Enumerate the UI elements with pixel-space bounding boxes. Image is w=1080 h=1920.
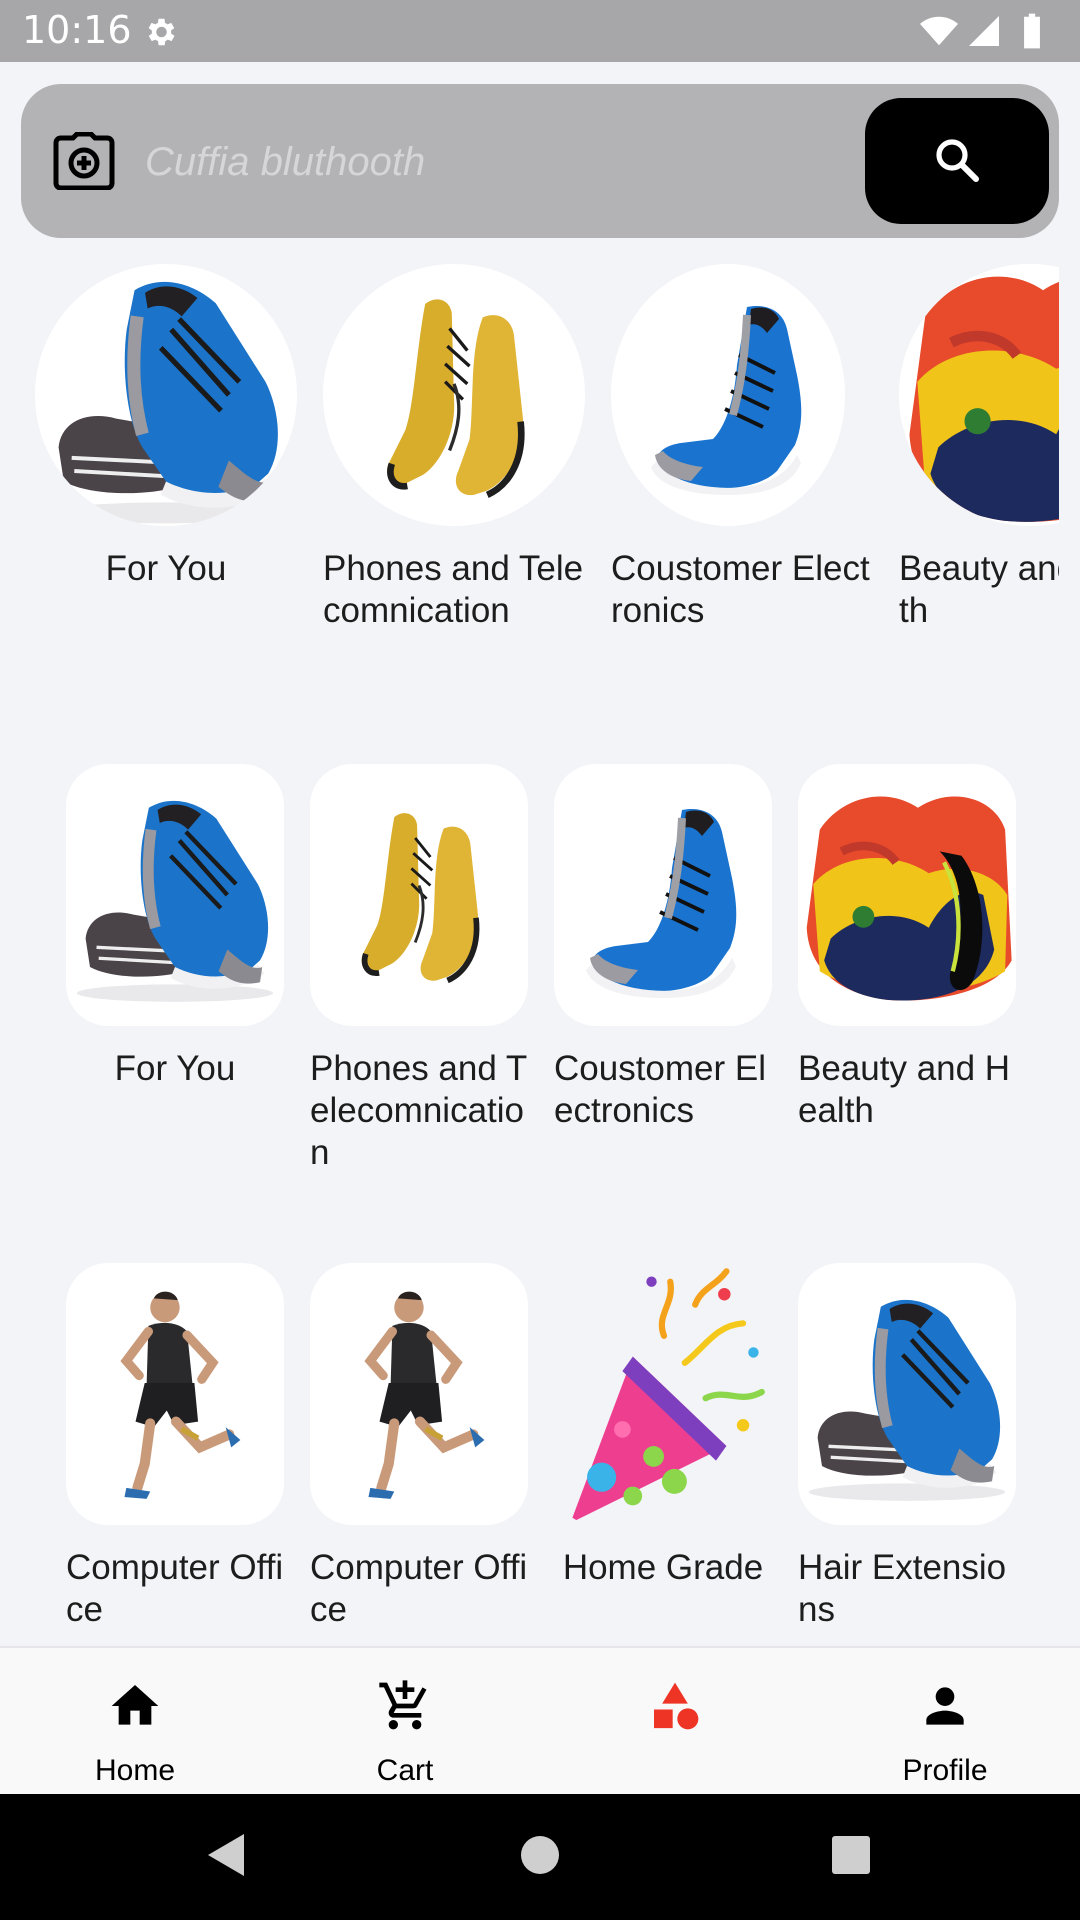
category-item[interactable]: Hair Extensions bbox=[798, 1263, 1016, 1631]
category-label: Beauty and Health bbox=[798, 1049, 1011, 1130]
category-item[interactable]: Coustomer Electronics bbox=[611, 264, 873, 632]
nav-item-categories[interactable] bbox=[540, 1648, 810, 1796]
boots-image bbox=[343, 274, 565, 516]
painting-image bbox=[899, 264, 1059, 526]
category-image bbox=[323, 264, 585, 526]
home-icon bbox=[111, 1685, 159, 1725]
wifi-icon bbox=[920, 16, 958, 46]
back-icon[interactable] bbox=[204, 1830, 248, 1880]
runner-image bbox=[328, 1271, 512, 1517]
category-image bbox=[35, 264, 297, 526]
category-image bbox=[66, 1263, 284, 1525]
search-input[interactable] bbox=[145, 126, 865, 198]
categories-icon bbox=[654, 1682, 699, 1730]
bottom-navigation: Home Cart Profile bbox=[0, 1646, 1080, 1794]
sneaker-image bbox=[66, 764, 284, 1026]
category-image bbox=[798, 1263, 1016, 1525]
category-item[interactable]: For You bbox=[35, 264, 297, 590]
category-image bbox=[899, 264, 1059, 526]
category-grid-row: For You Phones and Telecomnication Coust… bbox=[0, 764, 1080, 1184]
search-button[interactable] bbox=[865, 98, 1049, 224]
category-item[interactable]: Coustomer Electronics bbox=[554, 764, 772, 1132]
add-cart-icon bbox=[379, 1680, 427, 1730]
category-label: For You bbox=[114, 1049, 236, 1088]
boots-image bbox=[324, 774, 514, 1016]
status-icons bbox=[920, 12, 1050, 50]
battery-icon bbox=[1024, 13, 1040, 49]
signal-icon bbox=[969, 16, 999, 46]
category-item[interactable]: For You bbox=[66, 764, 284, 1090]
category-item[interactable]: Phones and Telecomnication bbox=[323, 264, 585, 632]
category-item[interactable]: Computer Office bbox=[310, 1263, 528, 1631]
category-item[interactable]: Beauty and Health bbox=[899, 264, 1059, 632]
category-label: Coustomer Electronics bbox=[554, 1049, 767, 1130]
sneaker-image bbox=[798, 1263, 1016, 1525]
nav-item-cart[interactable]: Cart bbox=[270, 1648, 540, 1796]
category-image bbox=[611, 264, 845, 526]
nav-label-profile: Profile bbox=[902, 1754, 988, 1787]
runner-image bbox=[84, 1271, 268, 1517]
nav-item-profile[interactable]: Profile bbox=[810, 1648, 1080, 1796]
category-label: Phones and Telecomnication bbox=[323, 549, 584, 630]
status-time: 10:16 bbox=[22, 8, 132, 52]
painting-image bbox=[798, 764, 1016, 1026]
nav-label-home: Home bbox=[94, 1754, 176, 1787]
person-icon bbox=[926, 1687, 964, 1725]
category-carousel[interactable]: For You Phones and Telecomnication Coust… bbox=[21, 264, 1059, 684]
system-navigation-bar bbox=[0, 1794, 1080, 1920]
category-label: Hair Extensions bbox=[798, 1548, 1007, 1629]
nav-label-cart: Cart bbox=[376, 1754, 434, 1787]
category-image bbox=[66, 764, 284, 1026]
category-item[interactable]: Home Grade bbox=[554, 1263, 772, 1589]
category-label: For You bbox=[105, 549, 227, 588]
sneaker-image bbox=[562, 778, 762, 1018]
nav-item-home[interactable]: Home bbox=[0, 1648, 270, 1796]
category-label: Beauty and Health bbox=[899, 549, 1059, 630]
category-label: Computer Office bbox=[66, 1548, 284, 1629]
category-label: Home Grade bbox=[562, 1548, 764, 1587]
camera-icon[interactable] bbox=[53, 132, 115, 190]
category-image bbox=[554, 1263, 772, 1525]
status-bar: 10:16 bbox=[0, 0, 1080, 62]
category-label: Computer Office bbox=[310, 1548, 528, 1629]
home-circle-icon[interactable] bbox=[519, 1830, 561, 1880]
search-bar bbox=[21, 84, 1059, 238]
category-image bbox=[554, 764, 772, 1026]
category-item[interactable]: Computer Office bbox=[66, 1263, 284, 1631]
sneaker-image bbox=[627, 278, 827, 512]
party-popper-image bbox=[560, 1263, 768, 1523]
gear-icon bbox=[148, 18, 175, 46]
search-icon bbox=[936, 139, 979, 182]
category-label: Phones and Telecomnication bbox=[310, 1049, 528, 1172]
category-item[interactable]: Beauty and Health bbox=[798, 764, 1016, 1132]
category-label: Coustomer Electronics bbox=[611, 549, 870, 630]
category-grid-row: Computer Office Computer Office Home Gra… bbox=[0, 1263, 1080, 1643]
category-image bbox=[798, 764, 1016, 1026]
recents-icon[interactable] bbox=[830, 1830, 872, 1880]
category-image bbox=[310, 1263, 528, 1525]
category-item[interactable]: Phones and Telecomnication bbox=[310, 764, 528, 1174]
category-image bbox=[310, 764, 528, 1026]
sneaker-image bbox=[35, 264, 297, 526]
